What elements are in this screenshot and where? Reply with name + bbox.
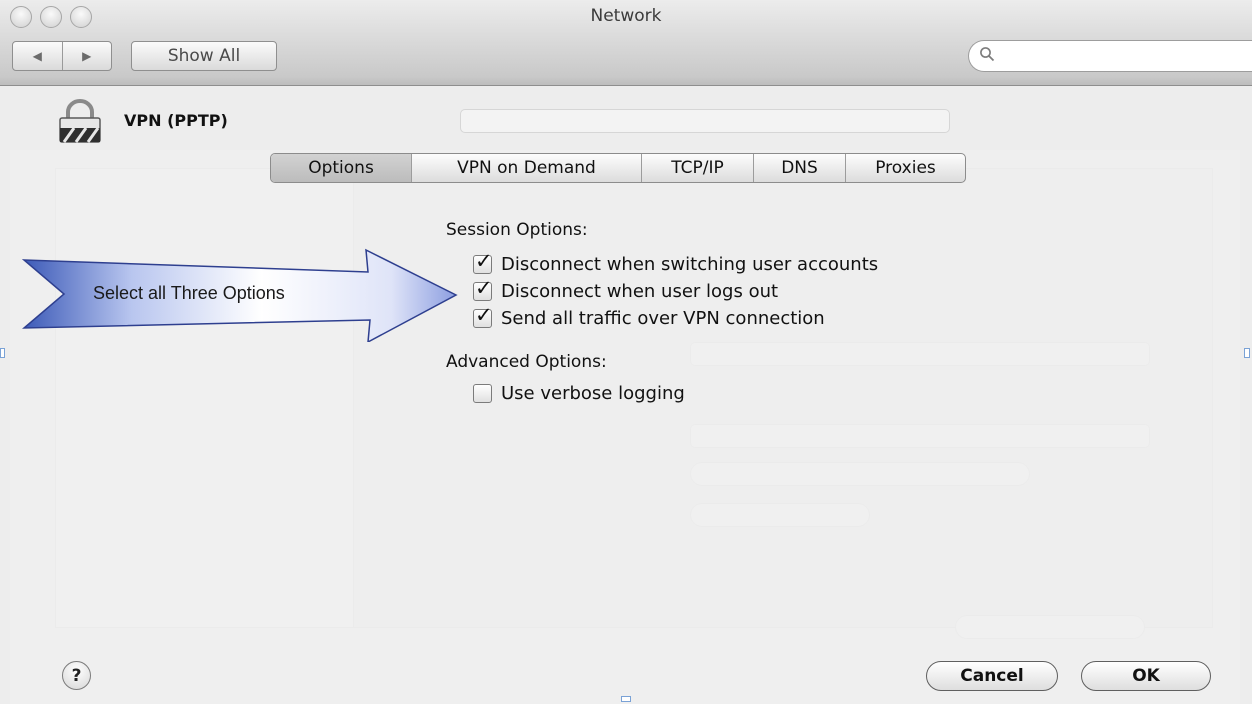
resize-handle-right	[1244, 348, 1250, 358]
tab-options[interactable]: Options	[271, 154, 411, 182]
checkbox-label: Use verbose logging	[501, 382, 685, 404]
ok-button[interactable]: OK	[1081, 661, 1211, 691]
disconnect-switching-users-option[interactable]: ✓ Disconnect when switching user account…	[473, 249, 879, 275]
verbose-logging-option[interactable]: Use verbose logging	[473, 382, 685, 404]
checkbox-label: Send all traffic over VPN connection	[501, 307, 825, 329]
search-icon	[979, 46, 995, 66]
checkmark-icon: ✓	[475, 302, 493, 327]
disconnect-logout-option[interactable]: ✓ Disconnect when user logs out	[473, 276, 779, 302]
vpn-options-sheet	[10, 150, 1240, 704]
lock-icon	[56, 98, 108, 148]
send-all-traffic-option[interactable]: ✓ Send all traffic over VPN connection	[473, 303, 825, 329]
disconnect-switching-users-checkbox[interactable]: ✓	[473, 249, 493, 274]
tab-tcp-ip[interactable]: TCP/IP	[641, 154, 753, 182]
back-forward-control[interactable]: ◀ ▶	[12, 41, 112, 71]
callout-text: Select all Three Options	[93, 283, 285, 303]
network-preferences-window: Network ◀ ▶ Show All VPN (PPTP) Options …	[0, 0, 1252, 704]
options-tab-bar: Options VPN on Demand TCP/IP DNS Proxies	[270, 153, 966, 183]
tab-dns[interactable]: DNS	[753, 154, 845, 182]
checkmark-icon: ✓	[475, 275, 493, 300]
help-button[interactable]: ?	[62, 661, 91, 690]
service-name: VPN (PPTP)	[124, 111, 228, 130]
tab-vpn-on-demand[interactable]: VPN on Demand	[411, 154, 641, 182]
location-popup-background	[460, 109, 950, 133]
resize-handle-bottom	[621, 696, 631, 702]
advanced-options-heading: Advanced Options:	[446, 352, 607, 372]
cancel-button[interactable]: Cancel	[926, 661, 1058, 691]
tab-proxies[interactable]: Proxies	[845, 154, 965, 182]
send-all-traffic-checkbox[interactable]: ✓	[473, 303, 493, 328]
window-title: Network	[590, 6, 662, 26]
title-bar: Network ◀ ▶ Show All	[0, 0, 1252, 86]
verbose-logging-checkbox[interactable]	[473, 383, 492, 403]
checkbox-label: Disconnect when user logs out	[501, 280, 779, 302]
disconnect-logout-checkbox[interactable]: ✓	[473, 276, 493, 301]
back-arrow-icon[interactable]: ◀	[13, 42, 62, 70]
show-all-button[interactable]: Show All	[131, 41, 277, 71]
checkmark-icon: ✓	[475, 248, 493, 273]
search-field[interactable]	[968, 40, 1252, 72]
forward-arrow-icon[interactable]: ▶	[61, 42, 112, 70]
resize-handle-left	[0, 348, 5, 358]
checkbox-label: Disconnect when switching user accounts	[501, 253, 879, 275]
session-options-heading: Session Options:	[446, 220, 588, 240]
